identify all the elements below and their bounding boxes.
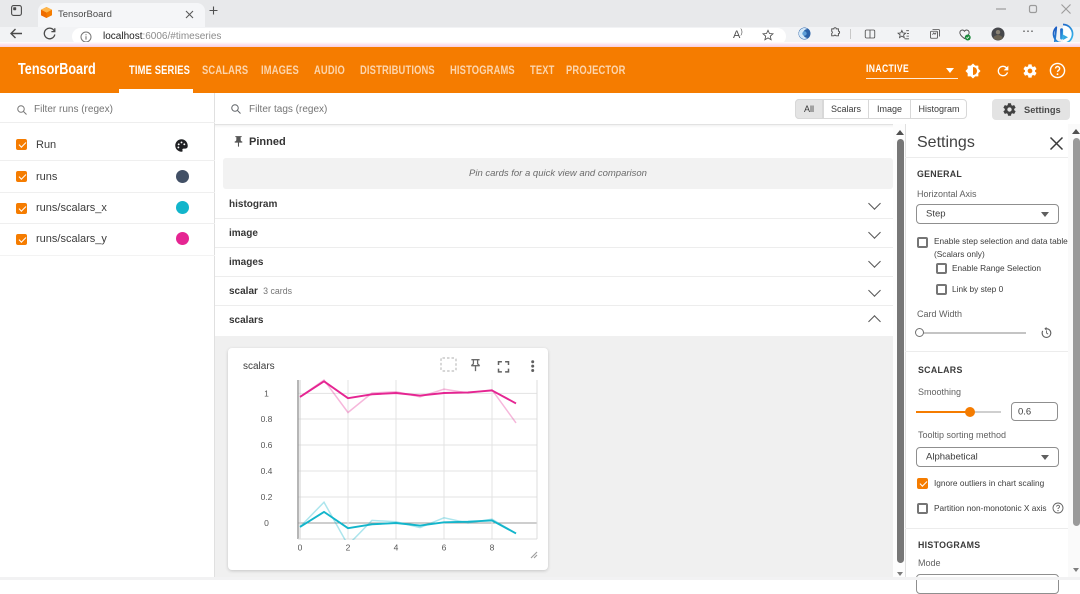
- svg-text:2: 2: [346, 543, 351, 553]
- svg-text:0: 0: [264, 518, 269, 528]
- svg-text:1: 1: [264, 388, 269, 398]
- svg-text:8: 8: [490, 543, 495, 553]
- svg-text:0.6: 0.6: [261, 440, 273, 450]
- svg-text:0.8: 0.8: [261, 414, 273, 424]
- svg-text:4: 4: [394, 543, 399, 553]
- svg-text:6: 6: [442, 543, 447, 553]
- svg-text:0.4: 0.4: [261, 466, 273, 476]
- svg-text:0: 0: [298, 543, 303, 553]
- svg-text:0.2: 0.2: [261, 492, 273, 502]
- svg-text:scalars: scalars: [243, 361, 275, 372]
